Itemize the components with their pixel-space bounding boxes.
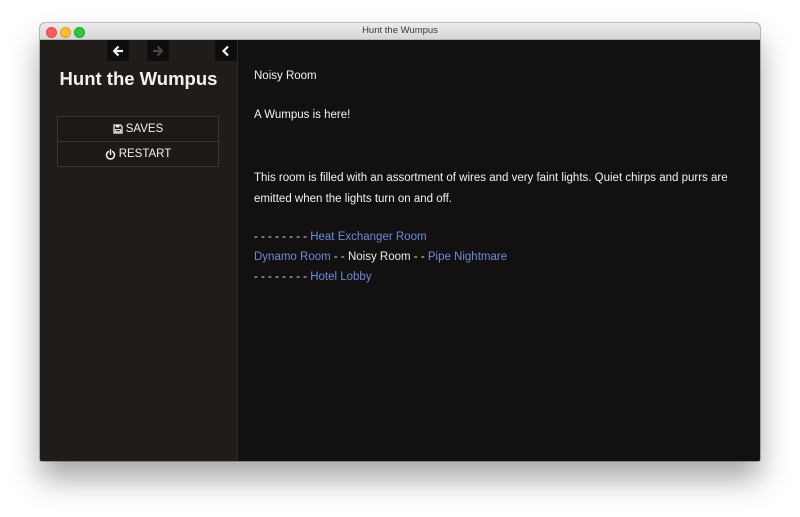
sidebar-title: Hunt the Wumpus bbox=[59, 68, 218, 89]
saves-label: SAVES bbox=[125, 123, 164, 135]
restart-label: RESTART bbox=[118, 148, 172, 160]
chevron-left-icon bbox=[221, 45, 229, 56]
room-link-hotel-lobby[interactable]: Hotel Lobby bbox=[310, 271, 371, 283]
map-connector: - - - - - - - - bbox=[254, 271, 311, 283]
room-link-dynamo[interactable]: Dynamo Room bbox=[254, 251, 331, 263]
forward-button[interactable] bbox=[147, 40, 169, 61]
map-connector: - - bbox=[410, 251, 428, 263]
sidebar: Hunt the Wumpus SAVES RESTART bbox=[40, 40, 238, 461]
event-message: A Wumpus is here! bbox=[254, 109, 351, 121]
map-connector: - - - - - - - - bbox=[254, 231, 311, 243]
map-connector: - - bbox=[330, 251, 348, 263]
room-name: Noisy Room bbox=[254, 70, 317, 82]
map-south-row: - - - - - - - - Hotel Lobby bbox=[254, 267, 507, 287]
window-title: Hunt the Wumpus bbox=[362, 25, 438, 36]
room-description: This room is filled with an assortment o… bbox=[254, 172, 728, 205]
power-icon bbox=[105, 148, 115, 160]
arrow-left-icon bbox=[112, 45, 123, 56]
app-window: Hunt the Wumpus Hunt the Wumpus SAVES RE… bbox=[40, 23, 760, 461]
saves-button[interactable]: SAVES bbox=[57, 116, 219, 142]
room-map: - - - - - - - - Heat Exchanger Room Dyna… bbox=[254, 227, 507, 287]
back-button[interactable] bbox=[107, 40, 129, 61]
map-middle-row: Dynamo Room - - Noisy Room - - Pipe Nigh… bbox=[254, 247, 507, 267]
current-room: Noisy Room bbox=[347, 251, 411, 263]
room-link-heat-exchanger[interactable]: Heat Exchanger Room bbox=[310, 231, 426, 243]
story-panel: Noisy Room A Wumpus is here! This room i… bbox=[238, 40, 760, 461]
arrow-right-icon bbox=[153, 45, 164, 56]
room-link-pipe-nightmare[interactable]: Pipe Nightmare bbox=[428, 251, 507, 263]
map-north-row: - - - - - - - - Heat Exchanger Room bbox=[254, 227, 507, 247]
floppy-disk-icon bbox=[113, 124, 123, 134]
title-bar: Hunt the Wumpus bbox=[40, 23, 760, 40]
sidebar-menu: SAVES RESTART bbox=[57, 116, 219, 167]
restart-button[interactable]: RESTART bbox=[57, 142, 219, 167]
collapse-sidebar-button[interactable] bbox=[215, 40, 237, 61]
